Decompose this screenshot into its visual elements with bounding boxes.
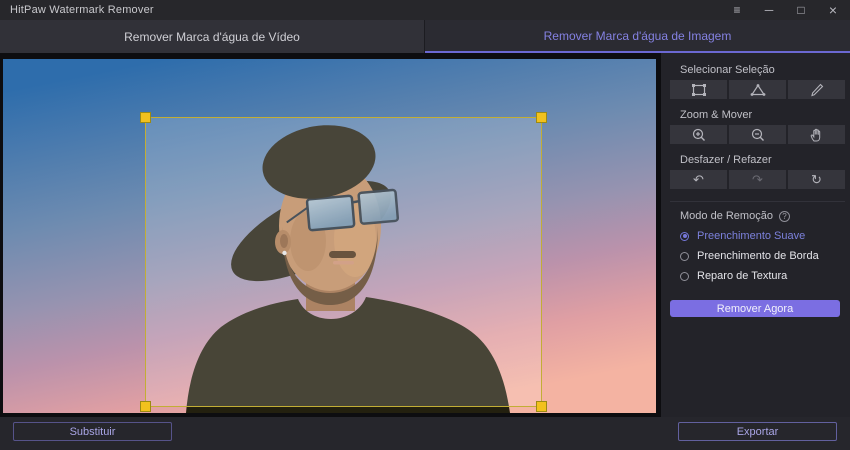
footer-bar: Substituir Exportar	[0, 417, 850, 450]
tab-label: Remover Marca d'água de Imagem	[543, 28, 732, 43]
removal-mode-header: Modo de Remoção ?	[680, 210, 845, 222]
radio-label: Preenchimento Suave	[697, 230, 806, 242]
section-title-zoom: Zoom & Mover	[680, 109, 753, 121]
reset-icon: ↻	[811, 172, 822, 187]
rectangle-select-icon	[691, 83, 706, 96]
tab-remove-video-watermark[interactable]: Remover Marca d'água de Vídeo	[0, 20, 425, 53]
selection-handle-bottom-left[interactable]	[140, 401, 151, 412]
selection-handle-top-left[interactable]	[140, 112, 151, 123]
redo-icon: ↷	[752, 172, 763, 187]
radio-smooth-filling[interactable]: Preenchimento Suave	[680, 230, 845, 242]
reset-button[interactable]: ↻	[788, 170, 845, 189]
photo-image[interactable]	[3, 59, 656, 413]
selection-tools	[670, 80, 845, 99]
sidebar-divider	[670, 201, 845, 202]
radio-texture-repair[interactable]: Reparo de Textura	[680, 270, 845, 282]
zoom-out-button[interactable]	[729, 125, 786, 144]
minimize-icon[interactable]: ─	[756, 0, 782, 20]
pan-hand-button[interactable]	[788, 125, 845, 144]
pan-hand-icon	[810, 128, 820, 141]
tab-remove-image-watermark[interactable]: Remover Marca d'água de Imagem	[425, 20, 850, 53]
zoom-out-icon	[751, 128, 764, 141]
tab-bar: Remover Marca d'água de Vídeo Remover Ma…	[0, 20, 850, 53]
app-window: HitPaw Watermark Remover ≡ ─ □ × Remover…	[0, 0, 850, 450]
polygon-select-icon	[750, 83, 765, 96]
help-icon[interactable]: ?	[778, 210, 790, 222]
radio-label: Preenchimento de Borda	[697, 250, 819, 262]
selection-handle-bottom-right[interactable]	[536, 401, 547, 412]
brush-select-button[interactable]	[788, 80, 845, 99]
zoom-tools	[670, 125, 845, 144]
radio-label: Reparo de Textura	[697, 270, 788, 282]
removal-mode-title: Modo de Remoção	[680, 210, 773, 222]
section-title-undo-redo: Desfazer / Refazer	[680, 154, 772, 166]
zoom-in-icon	[692, 128, 705, 141]
undo-button[interactable]: ↶	[670, 170, 727, 189]
watermark-selection-box[interactable]	[140, 112, 547, 412]
remove-now-button[interactable]: Remover Agora	[670, 300, 840, 317]
radio-icon	[680, 231, 689, 241]
brush-select-icon	[810, 83, 823, 96]
maximize-icon[interactable]: □	[788, 0, 814, 20]
rectangle-select-button[interactable]	[670, 80, 727, 99]
polygon-select-button[interactable]	[729, 80, 786, 99]
editor-canvas	[0, 53, 661, 417]
tab-label: Remover Marca d'água de Vídeo	[124, 29, 300, 44]
menu-icon[interactable]: ≡	[724, 0, 750, 20]
zoom-in-button[interactable]	[670, 125, 727, 144]
export-button[interactable]: Exportar	[678, 422, 837, 441]
window-controls: ≡ ─ □ ×	[724, 0, 846, 20]
redo-button[interactable]: ↷	[729, 170, 786, 189]
tools-sidebar: Selecionar Seleção Zoom & Mover Desfazer…	[661, 53, 850, 417]
section-title-selection: Selecionar Seleção	[680, 64, 775, 76]
radio-icon	[680, 271, 689, 281]
radio-edge-filling[interactable]: Preenchimento de Borda	[680, 250, 845, 262]
radio-icon	[680, 251, 689, 261]
undo-icon: ↶	[693, 172, 704, 187]
replace-button[interactable]: Substituir	[13, 422, 172, 441]
title-bar: HitPaw Watermark Remover ≡ ─ □ ×	[0, 0, 850, 20]
app-title: HitPaw Watermark Remover	[10, 4, 154, 16]
selection-handle-top-right[interactable]	[536, 112, 547, 123]
close-icon[interactable]: ×	[820, 0, 846, 20]
history-tools: ↶ ↷ ↻	[670, 170, 845, 189]
